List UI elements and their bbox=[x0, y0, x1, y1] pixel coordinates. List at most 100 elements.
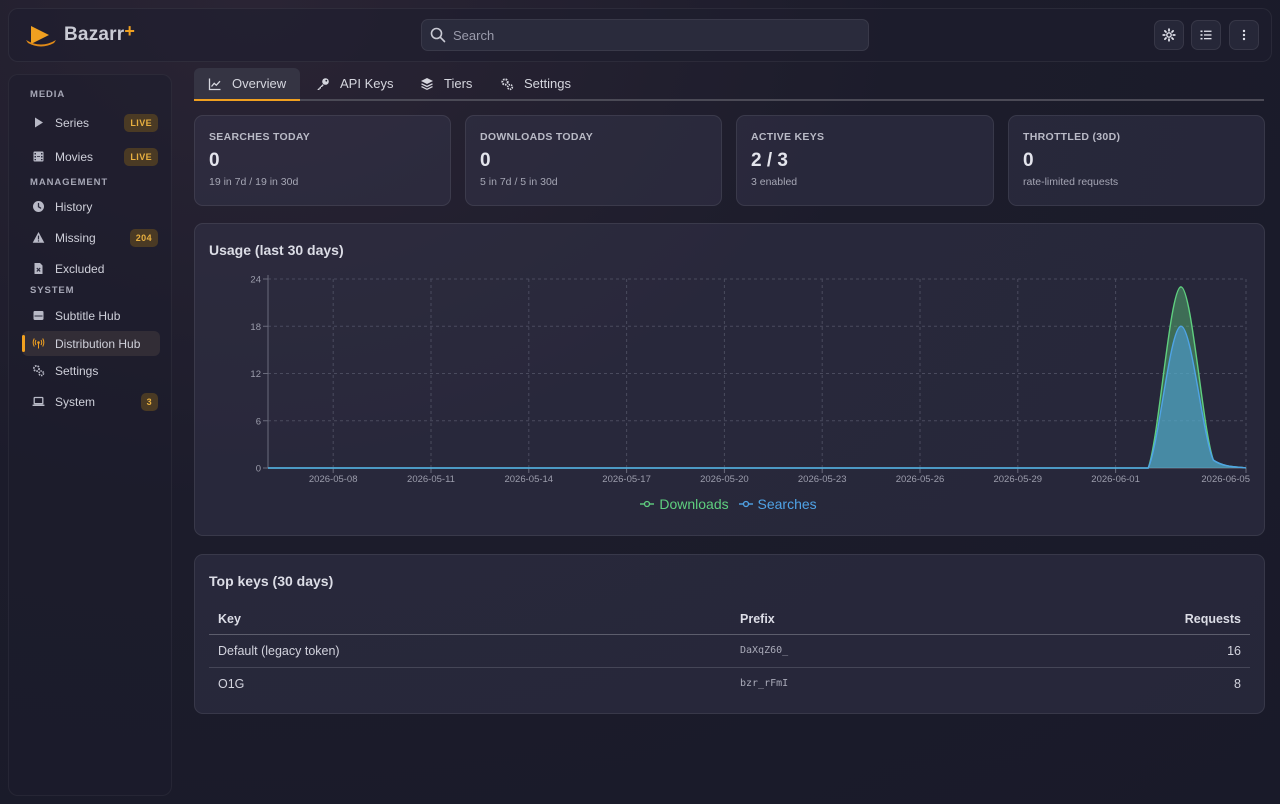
search-input[interactable] bbox=[453, 27, 853, 43]
x-tick-label: 2026-05-08 bbox=[309, 474, 358, 485]
sidebar-item-history[interactable]: History bbox=[22, 194, 160, 219]
sidebar-item-label: Missing bbox=[55, 230, 96, 245]
settings-icon bbox=[1162, 28, 1176, 42]
play-icon bbox=[31, 116, 45, 130]
tab-bar: Overview API Keys Tiers Settings bbox=[194, 68, 1264, 101]
stat-card-searches-today: SEARCHES TODAY 0 19 in 7d / 19 in 30d bbox=[194, 115, 451, 206]
table-row[interactable]: O1G bzr_rFmI 8 bbox=[209, 667, 1250, 700]
key-name-cell: Default (legacy token) bbox=[209, 634, 731, 668]
sidebar-item-label: History bbox=[55, 199, 93, 214]
chart-line-icon bbox=[208, 78, 221, 90]
y-tick-label: 6 bbox=[256, 416, 261, 427]
sidebar-item-settings[interactable]: Settings bbox=[22, 358, 160, 383]
usage-chart-title: Usage (last 30 days) bbox=[209, 242, 344, 258]
y-tick-label: 18 bbox=[250, 322, 261, 333]
app-name-plus: + bbox=[124, 20, 135, 41]
sidebar: MEDIA Series LIVE Movies LIVE MANAGEMENT… bbox=[8, 74, 172, 796]
sidebar-item-system[interactable]: System 3 bbox=[22, 389, 160, 414]
stat-value: 0 bbox=[480, 150, 491, 171]
x-tick-label: 2026-05-26 bbox=[896, 474, 945, 485]
column-header-prefix[interactable]: Prefix bbox=[731, 605, 1031, 635]
app-logo[interactable]: Bazarr + bbox=[25, 20, 135, 47]
stat-subtext: 19 in 7d / 19 in 30d bbox=[209, 176, 299, 188]
search-box[interactable] bbox=[421, 19, 869, 51]
stat-subtext: rate-limited requests bbox=[1023, 176, 1119, 188]
tab-overview[interactable]: Overview bbox=[194, 68, 301, 101]
sidebar-item-label: Movies bbox=[55, 149, 94, 164]
sidebar-item-missing[interactable]: Missing 204 bbox=[22, 225, 160, 250]
table-row[interactable]: Default (legacy token) DaXqZ60_ 16 bbox=[209, 634, 1250, 668]
system-count-badge: 3 bbox=[140, 392, 158, 411]
area-searches bbox=[268, 326, 1246, 468]
tab-label: Settings bbox=[524, 76, 571, 91]
tab-tiers[interactable]: Tiers bbox=[406, 68, 486, 99]
task-list-button[interactable] bbox=[1191, 20, 1221, 50]
tab-api-keys[interactable]: API Keys bbox=[302, 68, 407, 99]
inbox-icon bbox=[31, 309, 45, 323]
table-header-row: Key Prefix Requests bbox=[209, 605, 1250, 635]
key-requests-cell: 16 bbox=[1031, 634, 1250, 668]
x-tick-label: 2026-06-01 bbox=[1091, 474, 1140, 485]
live-badge: LIVE bbox=[124, 147, 158, 166]
stat-card-active-keys: ACTIVE KEYS 2 / 3 3 enabled bbox=[736, 115, 994, 206]
key-prefix-cell: bzr_rFmI bbox=[740, 678, 789, 690]
stat-label: SEARCHES TODAY bbox=[209, 131, 311, 143]
tab-label: Tiers bbox=[444, 76, 473, 91]
column-header-requests[interactable]: Requests bbox=[1031, 605, 1250, 635]
stat-card-downloads-today: DOWNLOADS TODAY 0 5 in 7d / 5 in 30d bbox=[465, 115, 722, 206]
missing-count-badge: 204 bbox=[129, 228, 158, 247]
x-tick-label: 2026-05-14 bbox=[504, 474, 553, 485]
sidebar-item-series[interactable]: Series LIVE bbox=[22, 110, 160, 135]
sidebar-item-distribution-hub[interactable]: Distribution Hub bbox=[22, 331, 160, 356]
chart-legend: Downloads Searches bbox=[195, 495, 1264, 512]
top-keys-table: Key Prefix Requests Default (legacy toke… bbox=[209, 605, 1250, 700]
more-menu-button[interactable] bbox=[1229, 20, 1259, 50]
x-tick-label: 2026-06-05 bbox=[1201, 474, 1250, 485]
x-tick-label: 2026-05-17 bbox=[602, 474, 651, 485]
sidebar-item-label: System bbox=[55, 394, 96, 409]
x-tick-label: 2026-05-29 bbox=[993, 474, 1042, 485]
sidebar-item-subtitle-hub[interactable]: Subtitle Hub bbox=[22, 303, 160, 328]
more-vertical-icon bbox=[1242, 29, 1246, 41]
section-title-media: MEDIA bbox=[30, 89, 66, 100]
broadcast-icon bbox=[31, 337, 45, 351]
x-tick-label: 2026-05-23 bbox=[798, 474, 847, 485]
key-requests-cell: 8 bbox=[1234, 676, 1241, 691]
x-tick-label: 2026-05-11 bbox=[407, 474, 455, 485]
area-downloads bbox=[268, 286, 1246, 468]
sidebar-item-label: Series bbox=[55, 115, 90, 130]
sidebar-item-excluded[interactable]: Excluded bbox=[22, 256, 160, 281]
usage-chart: 0 6 12 18 24 2026-05-08 2026-05-11 2026-05-14 20… bbox=[250, 275, 1250, 486]
section-title-system: SYSTEM bbox=[30, 285, 75, 296]
sidebar-item-label: Settings bbox=[55, 363, 99, 378]
stat-card-throttled: THROTTLED (30D) 0 rate-limited requests bbox=[1008, 115, 1265, 206]
top-keys-title: Top keys (30 days) bbox=[209, 573, 334, 589]
tab-label: API Keys bbox=[340, 76, 394, 91]
column-header-key[interactable]: Key bbox=[209, 605, 731, 635]
app-name: Bazarr bbox=[64, 24, 125, 45]
legend-downloads[interactable]: Downloads bbox=[640, 496, 730, 512]
layers-icon bbox=[421, 77, 433, 90]
sidebar-item-label: Subtitle Hub bbox=[55, 308, 121, 323]
key-prefix-cell: DaXqZ60_ bbox=[731, 634, 1031, 668]
stat-value: 0 bbox=[209, 150, 220, 171]
series-line-downloads bbox=[268, 286, 1247, 469]
legend-line-marker-icon bbox=[640, 500, 655, 508]
sidebar-item-label: Excluded bbox=[55, 261, 105, 276]
sidebar-item-movies[interactable]: Movies LIVE bbox=[22, 144, 160, 169]
bazarr-logo-icon bbox=[26, 26, 56, 47]
top-bar: Bazarr + bbox=[8, 8, 1272, 62]
live-badge: LIVE bbox=[124, 113, 158, 132]
tab-settings[interactable]: Settings bbox=[486, 68, 585, 99]
top-keys-panel: Top keys (30 days) Key Prefix Requests D… bbox=[194, 554, 1265, 714]
stat-label: THROTTLED (30D) bbox=[1023, 131, 1121, 143]
settings-button[interactable] bbox=[1154, 20, 1184, 50]
legend-label: Downloads bbox=[659, 496, 729, 512]
key-icon bbox=[317, 77, 329, 90]
sidebar-item-label: Distribution Hub bbox=[55, 336, 141, 351]
clock-icon bbox=[31, 200, 45, 214]
stat-subtext: 5 in 7d / 5 in 30d bbox=[480, 176, 558, 188]
legend-searches[interactable]: Searches bbox=[738, 496, 819, 512]
y-tick-label: 0 bbox=[256, 464, 261, 475]
tab-label: Overview bbox=[232, 76, 287, 91]
